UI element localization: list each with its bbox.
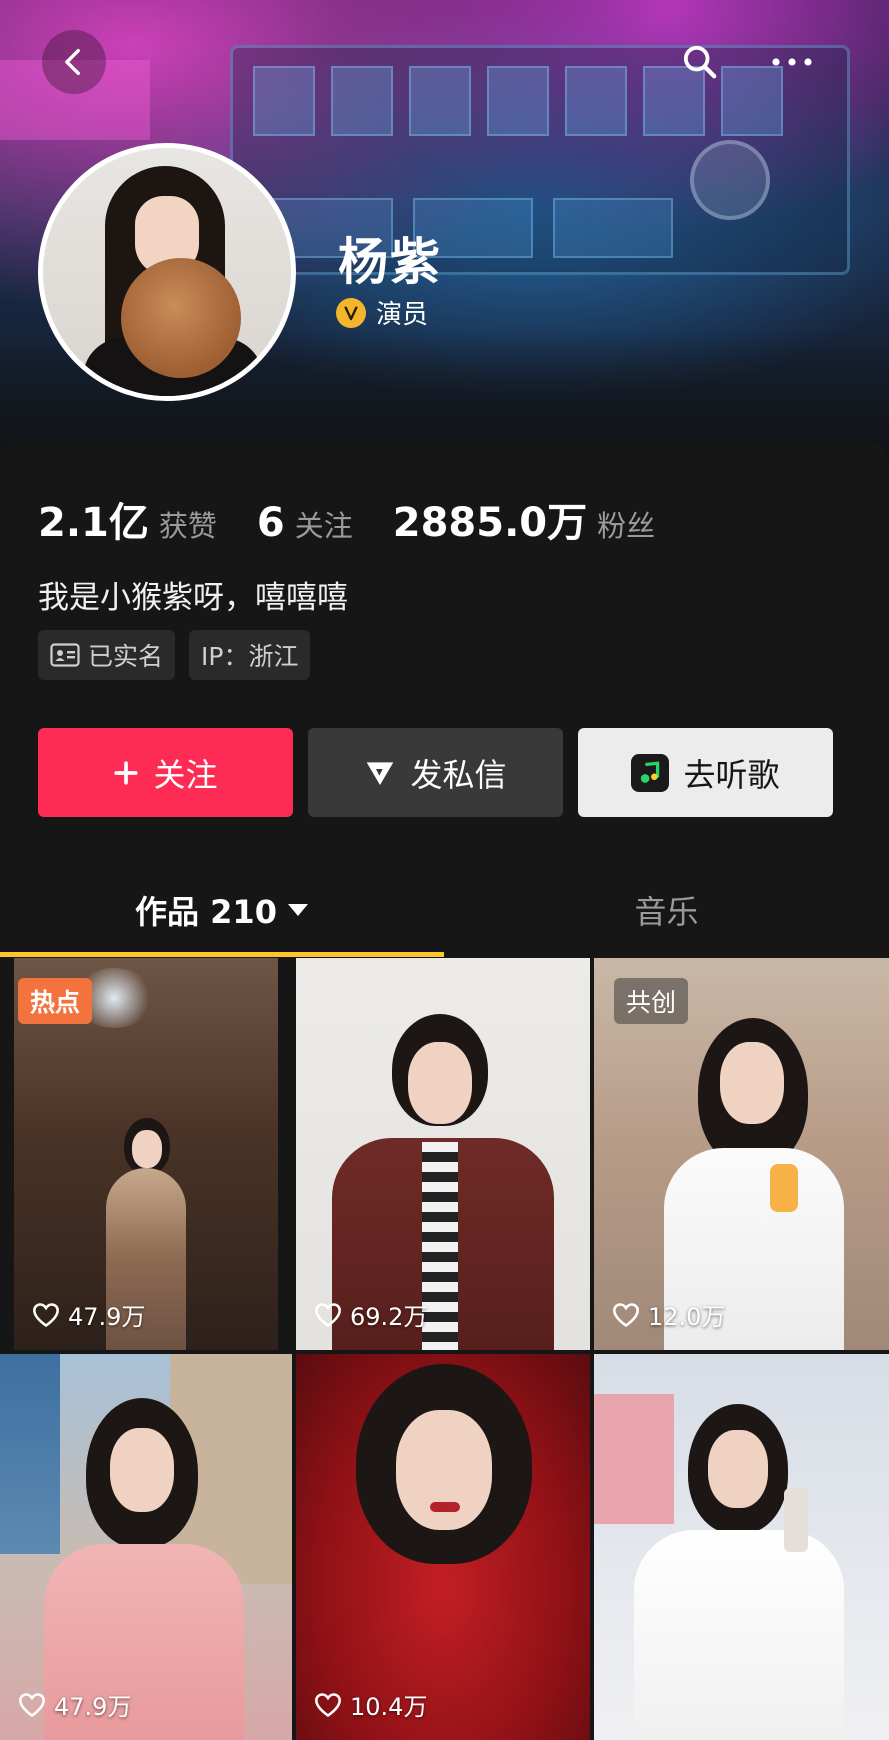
video-thumbnail[interactable]: 69.2万 <box>296 958 590 1350</box>
plus-icon <box>114 760 139 785</box>
heart-icon <box>19 1692 45 1717</box>
followers-count[interactable]: 2885.0万 <box>393 490 587 548</box>
listen-music-button[interactable]: 去听歌 <box>578 728 833 817</box>
realname-tag-label: 已实名 <box>88 642 164 671</box>
profile-tags: 已实名 IP：浙江 <box>38 630 311 680</box>
verification-label: 演员 <box>376 300 429 330</box>
verified-badge-icon <box>336 297 366 328</box>
id-card-icon <box>50 643 80 667</box>
video-likes: 47.9万 <box>18 1687 131 1722</box>
search-button[interactable] <box>668 30 732 94</box>
likes-label: 获赞 <box>158 509 217 543</box>
search-icon <box>683 45 717 79</box>
more-dots-icon <box>772 58 812 66</box>
tab-works[interactable]: 作品 210 <box>0 870 444 950</box>
action-buttons: 关注 发私信 去听歌 <box>38 728 833 817</box>
follow-button[interactable]: 关注 <box>38 728 293 817</box>
back-button[interactable] <box>42 30 106 94</box>
send-icon <box>367 761 394 785</box>
video-likes-count: 47.9万 <box>54 1693 132 1721</box>
video-likes: 69.2万 <box>314 1297 427 1332</box>
video-thumbnail[interactable]: 热点 47.9万 <box>14 958 278 1350</box>
video-likes: 12.0万 <box>612 1297 725 1332</box>
video-likes-count: 12.0万 <box>648 1303 726 1331</box>
tab-active-indicator <box>0 952 444 957</box>
verification-row: 演员 <box>336 294 428 331</box>
video-grid: 热点 47.9万 69.2万 共创 12.0万 47.9万 10.4万 <box>0 958 889 1740</box>
ip-tag: IP：浙江 <box>189 630 311 680</box>
video-likes: 10.4万 <box>314 1687 427 1722</box>
tab-music[interactable]: 音乐 <box>444 870 889 950</box>
chevron-left-icon <box>65 48 80 76</box>
following-label[interactable]: 关注 <box>295 503 353 545</box>
caret-down-icon <box>287 904 308 916</box>
tab-works-label: 作品 210 <box>135 893 277 931</box>
listen-music-button-label: 去听歌 <box>683 755 780 794</box>
profile-bio: 我是小猴紫呀，嘻嘻嘻 <box>38 580 348 616</box>
content-tabs: 作品 210 音乐 <box>0 870 889 960</box>
avatar[interactable] <box>38 143 296 401</box>
video-thumbnail[interactable]: 47.9万 <box>0 1354 292 1740</box>
video-thumbnail[interactable]: 10.4万 <box>296 1354 590 1740</box>
hot-badge: 热点 <box>18 978 93 1024</box>
follow-button-label: 关注 <box>153 755 218 794</box>
video-thumbnail[interactable]: 共创 12.0万 <box>594 958 889 1350</box>
ip-tag-label: IP：浙江 <box>201 642 299 671</box>
heart-icon <box>613 1302 639 1327</box>
cover-clock <box>690 140 770 220</box>
followers-label[interactable]: 粉丝 <box>597 503 655 545</box>
realname-tag: 已实名 <box>38 630 176 680</box>
likes-count: 2.1亿 <box>38 500 149 546</box>
tab-music-label: 音乐 <box>634 893 699 931</box>
stats-row: 2.1亿 获赞 6 关注 2885.0万 粉丝 <box>38 490 655 548</box>
message-button-label: 发私信 <box>410 755 507 794</box>
video-thumbnail[interactable] <box>594 1354 889 1740</box>
video-likes: 47.9万 <box>32 1297 145 1332</box>
co-create-badge: 共创 <box>614 978 689 1024</box>
following-count[interactable]: 6 <box>257 500 285 546</box>
heart-icon <box>315 1692 341 1717</box>
heart-icon <box>33 1302 59 1327</box>
video-likes-count: 10.4万 <box>350 1693 428 1721</box>
video-likes-count: 69.2万 <box>350 1303 428 1331</box>
video-likes-count: 47.9万 <box>68 1303 146 1331</box>
more-options-button[interactable] <box>760 30 824 94</box>
heart-icon <box>315 1302 341 1327</box>
message-button[interactable]: 发私信 <box>308 728 563 817</box>
profile-name: 杨紫 <box>338 233 442 291</box>
music-app-icon <box>631 753 670 792</box>
